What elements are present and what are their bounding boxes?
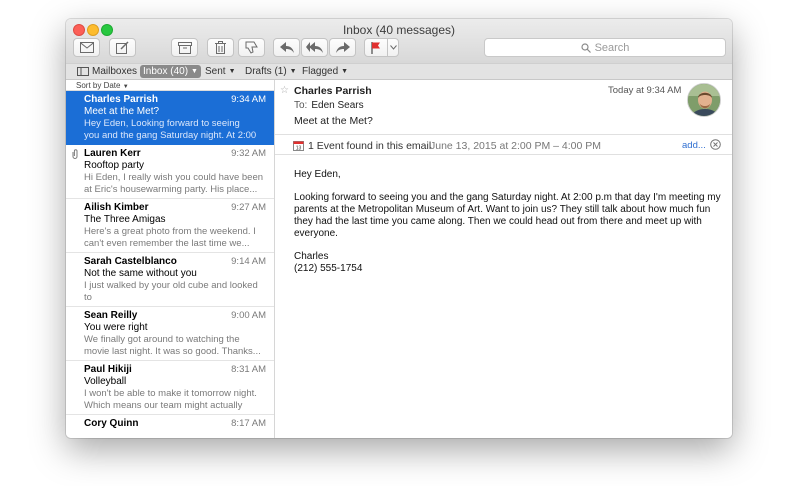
avatar-photo — [688, 84, 720, 116]
message-greeting: Hey Eden, — [294, 169, 341, 180]
search-placeholder: Search — [594, 41, 630, 54]
to-label: To: — [294, 100, 308, 111]
mail-window: Inbox (40 messages) Search Mailboxes Inb… — [66, 19, 732, 438]
message-row[interactable]: Cory Quinn 8:17 AM — [66, 415, 274, 438]
sent-label: Sent — [205, 66, 226, 77]
message-time: 9:14 AM — [231, 256, 266, 267]
trash-icon — [215, 41, 226, 54]
message-preview: I just walked by your old cube and looke… — [84, 280, 258, 303]
message-date: Today at 9:34 AM — [608, 85, 682, 96]
chevron-down-icon: ▼ — [191, 68, 198, 75]
get-mail-button[interactable] — [73, 38, 100, 57]
favorite-inbox[interactable]: Inbox (40) ▼ — [140, 65, 201, 78]
message-subject: Volleyball — [84, 376, 127, 387]
message-from: Charles Parrish — [294, 85, 372, 97]
chevron-down-icon: ▼ — [122, 84, 129, 90]
message-row[interactable]: Charles Parrish 9:34 AM Meet at the Met?… — [66, 91, 274, 145]
close-icon[interactable] — [710, 139, 721, 150]
sort-button[interactable]: Sort by Date ▼ — [66, 80, 274, 91]
inbox-label: Inbox (40) — [143, 66, 189, 77]
sort-label: Sort by Date — [76, 81, 121, 90]
flag-icon — [371, 41, 380, 54]
message-preview: I won't be able to make it tomorrow nigh… — [84, 388, 257, 411]
message-signature: Charles (212) 555-1754 — [294, 251, 363, 274]
message-time: 9:32 AM — [231, 148, 266, 159]
search-field[interactable]: Search — [484, 38, 726, 57]
reply-all-button[interactable] — [301, 38, 328, 57]
flag-menu-button[interactable] — [387, 38, 399, 57]
message-preview: We finally got around to watching the mo… — [84, 334, 261, 357]
event-found-text: 1 Event found in this email — [308, 140, 432, 152]
chevron-down-icon: ▼ — [341, 68, 349, 75]
reply-button[interactable] — [273, 38, 300, 57]
chevron-down-icon: ▼ — [228, 68, 236, 75]
message-paragraph: Looking forward to seeing you and the ga… — [294, 192, 721, 239]
compose-button[interactable] — [109, 38, 136, 57]
chevron-down-icon: ▼ — [289, 68, 297, 75]
message-subject: You were right — [84, 322, 148, 333]
header-divider — [275, 134, 732, 135]
favorites-bar: Mailboxes Inbox (40) ▼ Sent ▼ Drafts (1)… — [66, 63, 732, 80]
message-time: 9:27 AM — [231, 202, 266, 213]
favorite-sent[interactable]: Sent ▼ — [202, 65, 239, 78]
message-preview: Hey Eden, Looking forward to seeing you … — [84, 118, 257, 141]
message-subject: The Three Amigas — [84, 214, 166, 225]
event-banner: 13 1 Event found in this email June 13, … — [275, 137, 732, 155]
favorite-drafts[interactable]: Drafts (1) ▼ — [242, 65, 300, 78]
message-time: 9:34 AM — [231, 94, 266, 105]
archive-button[interactable] — [171, 38, 198, 57]
message-time: 8:31 AM — [231, 364, 266, 375]
message-subject: Not the same without you — [84, 268, 197, 279]
thumbs-down-icon — [245, 41, 258, 54]
paperclip-icon — [72, 149, 78, 159]
forward-button[interactable] — [329, 38, 356, 57]
message-subject-header: Meet at the Met? — [294, 115, 373, 127]
message-row[interactable]: Paul Hikiji 8:31 AM Volleyball I won't b… — [66, 361, 274, 415]
message-subject: Rooftop party — [84, 160, 145, 171]
compose-icon — [116, 41, 129, 54]
junk-button[interactable] — [238, 38, 265, 57]
drafts-label: Drafts (1) — [245, 66, 287, 77]
message-row[interactable]: Sean Reilly 9:00 AM You were right We fi… — [66, 307, 274, 361]
message-preview: Here's a great photo from the weekend. I… — [84, 226, 256, 249]
star-icon[interactable]: ☆ — [280, 85, 289, 96]
add-event-link[interactable]: add... — [682, 140, 706, 151]
sidebar-icon — [77, 67, 89, 76]
message-preview: Hi Eden, I really wish you could have be… — [84, 172, 264, 195]
window-title: Inbox (40 messages) — [342, 23, 456, 37]
to-recipient[interactable]: Eden Sears — [311, 100, 363, 111]
flagged-label: Flagged — [302, 66, 339, 77]
archive-icon — [177, 41, 192, 54]
event-date-text: June 13, 2015 at 2:00 PM – 4:00 PM — [430, 140, 602, 152]
message-row[interactable]: Sarah Castelblanco 9:14 AM Not the same … — [66, 253, 274, 307]
message-time: 8:17 AM — [231, 418, 266, 429]
chevron-down-icon — [389, 45, 397, 50]
mailboxes-label: Mailboxes — [92, 66, 138, 77]
svg-text:13: 13 — [296, 146, 302, 152]
calendar-icon: 13 — [293, 141, 304, 152]
message-row[interactable]: Ailish Kimber 9:27 AM The Three Amigas H… — [66, 199, 274, 253]
title-bar: Inbox (40 messages) Search — [66, 19, 732, 63]
mailboxes-button[interactable]: Mailboxes — [74, 65, 140, 78]
message-viewer: ☆ Charles Parrish To: Eden Sears Meet at … — [275, 80, 732, 438]
delete-button[interactable] — [207, 38, 234, 57]
flag-button[interactable] — [364, 38, 388, 57]
message-list: Sort by Date ▼ Charles Parrish 9:34 AM M… — [66, 80, 275, 438]
reply-all-icon — [306, 42, 323, 53]
sender-avatar — [687, 83, 721, 117]
message-to: To: Eden Sears — [294, 100, 364, 111]
message-time: 9:00 AM — [231, 310, 266, 321]
forward-icon — [335, 42, 350, 53]
favorite-flagged[interactable]: Flagged ▼ — [299, 65, 351, 78]
message-body: Hey Eden, Looking forward to seeing you … — [294, 169, 724, 286]
search-icon — [580, 42, 591, 53]
message-subject: Meet at the Met? — [84, 106, 160, 117]
envelope-icon — [79, 42, 94, 53]
message-row[interactable]: Lauren Kerr 9:32 AM Rooftop party Hi Ede… — [66, 145, 274, 199]
reply-icon — [279, 42, 294, 53]
